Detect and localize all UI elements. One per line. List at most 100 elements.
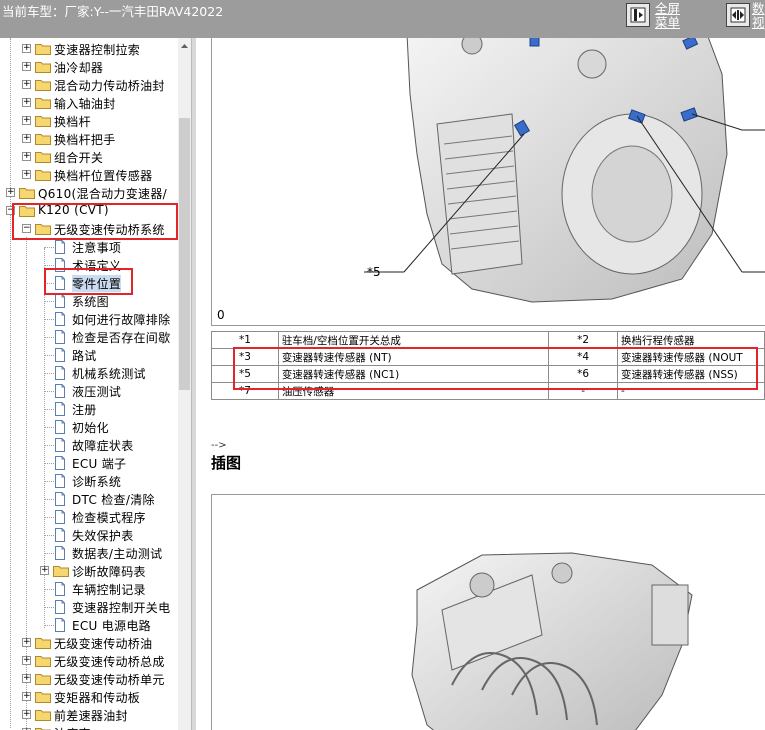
tree-item-label[interactable]: 机械系统测试: [72, 365, 146, 382]
expand-icon[interactable]: +: [22, 116, 31, 125]
scroll-up-arrow-icon[interactable]: [178, 40, 191, 53]
tree-item-label[interactable]: 换档杆把手: [54, 131, 116, 148]
scroll-thumb[interactable]: [179, 118, 190, 390]
expand-icon[interactable]: +: [22, 674, 31, 683]
tree-item[interactable]: + 换档杆: [0, 112, 178, 130]
tree-branch-line: [44, 427, 54, 428]
tree-item[interactable]: + 换档杆位置传感器: [0, 166, 178, 184]
tree-item[interactable]: + 输入轴油封: [0, 94, 178, 112]
table-cell: 换档行程传感器: [617, 331, 765, 349]
tree-item[interactable]: 机械系统测试: [0, 364, 178, 382]
expand-icon[interactable]: +: [6, 188, 15, 197]
tree-item-label[interactable]: 换档杆: [54, 113, 91, 130]
tree-item[interactable]: + Q610(混合动力变速器/: [0, 184, 178, 202]
expand-icon[interactable]: +: [22, 638, 31, 647]
tree-item[interactable]: + 无级变速传动桥单元: [0, 670, 178, 688]
tree-item[interactable]: + 诊断故障码表: [0, 562, 178, 580]
tree-item[interactable]: 初始化: [0, 418, 178, 436]
tree-item[interactable]: + 变速器控制拉索: [0, 40, 178, 58]
expand-icon[interactable]: +: [40, 566, 49, 575]
tree-item[interactable]: ECU 电源电路: [0, 616, 178, 634]
tree-item-label[interactable]: 检查是否存在间歇: [72, 329, 170, 346]
fullscreen-link-line2[interactable]: 菜单: [655, 16, 680, 30]
tree-item-label[interactable]: ECU 端子: [72, 455, 126, 472]
tree-item[interactable]: 检查模式程序: [0, 508, 178, 526]
expand-icon[interactable]: +: [22, 98, 31, 107]
tree-item-label[interactable]: 初始化: [72, 419, 109, 436]
expand-icon[interactable]: +: [22, 80, 31, 89]
tree-item-label[interactable]: 油冷却器: [54, 59, 103, 76]
tree-item-label[interactable]: 无级变速传动桥油: [54, 635, 152, 652]
expand-icon[interactable]: +: [22, 710, 31, 719]
fullscreen-icon[interactable]: [626, 3, 650, 27]
tree-item[interactable]: 故障症状表: [0, 436, 178, 454]
tree-item[interactable]: ECU 端子: [0, 454, 178, 472]
tree-item-label[interactable]: 输入轴油封: [54, 95, 116, 112]
second-link-line1[interactable]: 数: [752, 2, 765, 16]
tree-item[interactable]: 数据表/主动测试: [0, 544, 178, 562]
table-row: *1 驻车档/空档位置开关总成 *2 换档行程传感器: [211, 331, 765, 349]
tree-item[interactable]: + 无级变速传动桥总成: [0, 652, 178, 670]
tree-item[interactable]: 液压测试: [0, 382, 178, 400]
tree-item-label[interactable]: 路试: [72, 347, 97, 364]
tree-item-label[interactable]: 组合开关: [54, 149, 103, 166]
expand-icon[interactable]: +: [22, 692, 31, 701]
tree-item[interactable]: 变速器控制开关电: [0, 598, 178, 616]
expand-icon[interactable]: +: [22, 62, 31, 71]
tree-item[interactable]: + 无级变速传动桥油: [0, 634, 178, 652]
tree-item-label[interactable]: 注意事项: [72, 239, 121, 256]
tree-item-label[interactable]: 油底壳: [54, 725, 91, 730]
tree-branch-line: [44, 553, 54, 554]
tree-item[interactable]: 检查是否存在间歇: [0, 328, 178, 346]
expand-icon[interactable]: +: [22, 152, 31, 161]
second-link[interactable]: 数 视: [752, 2, 765, 30]
tree-item[interactable]: + 混合动力传动桥油封: [0, 76, 178, 94]
expand-icon[interactable]: +: [22, 656, 31, 665]
tree-item-label[interactable]: 变矩器和传动板: [54, 689, 140, 706]
tree-item[interactable]: 注册: [0, 400, 178, 418]
tree-item-label[interactable]: 混合动力传动桥油封: [54, 77, 165, 94]
tree-item-label[interactable]: 诊断系统: [72, 473, 121, 490]
expand-icon[interactable]: +: [22, 170, 31, 179]
tree-item-label[interactable]: 故障症状表: [72, 437, 134, 454]
tree-item[interactable]: DTC 检查/清除: [0, 490, 178, 508]
tree-item[interactable]: + 油冷却器: [0, 58, 178, 76]
tree-scrollbar[interactable]: [178, 38, 191, 730]
tree-item[interactable]: 路试: [0, 346, 178, 364]
tree-item-label[interactable]: 检查模式程序: [72, 509, 146, 526]
tree-item-label[interactable]: 数据表/主动测试: [72, 545, 162, 562]
tree-item-label[interactable]: 如何进行故障排除: [72, 311, 170, 328]
tree-item[interactable]: + 前差速器油封: [0, 706, 178, 724]
tree-item-label[interactable]: 系统图: [72, 293, 109, 310]
tree-item[interactable]: 诊断系统: [0, 472, 178, 490]
tree-item-label[interactable]: DTC 检查/清除: [72, 491, 155, 508]
fullscreen-menu-link[interactable]: 全屏 菜单: [655, 2, 680, 30]
tree-item[interactable]: + 变矩器和传动板: [0, 688, 178, 706]
tree-item[interactable]: 注意事项: [0, 238, 178, 256]
second-link-line2[interactable]: 视: [752, 16, 765, 30]
tree-item-label[interactable]: 换档杆位置传感器: [54, 167, 152, 184]
tree-item[interactable]: 车辆控制记录: [0, 580, 178, 598]
expand-icon[interactable]: +: [22, 134, 31, 143]
tree-item-label[interactable]: 失效保护表: [72, 527, 134, 544]
tree-item[interactable]: + 组合开关: [0, 148, 178, 166]
tree-item[interactable]: + 换档杆把手: [0, 130, 178, 148]
tree-item-label[interactable]: Q610(混合动力变速器/: [38, 185, 167, 202]
tree-item[interactable]: 失效保护表: [0, 526, 178, 544]
tree-item[interactable]: 如何进行故障排除: [0, 310, 178, 328]
tree-item-label[interactable]: 变速器控制开关电: [72, 599, 170, 616]
tree-item-label[interactable]: 无级变速传动桥单元: [54, 671, 165, 688]
vehicle-value: 厂家:Y--一汽丰田RAV42022: [64, 4, 224, 19]
tree-item-label[interactable]: 注册: [72, 401, 97, 418]
tree-item[interactable]: +油底壳: [0, 724, 178, 730]
expand-icon[interactable]: +: [22, 44, 31, 53]
tree-item-label[interactable]: 诊断故障码表: [72, 563, 146, 580]
tree-item-label[interactable]: 液压测试: [72, 383, 121, 400]
tree-item-label[interactable]: 无级变速传动桥总成: [54, 653, 165, 670]
tree-item-label[interactable]: ECU 电源电路: [72, 617, 151, 634]
tree-item-label[interactable]: 前差速器油封: [54, 707, 128, 724]
fullscreen-link-line1[interactable]: 全屏: [655, 2, 680, 16]
tree-item-label[interactable]: 车辆控制记录: [72, 581, 146, 598]
tree-item-label[interactable]: 变速器控制拉索: [54, 41, 140, 58]
split-view-icon[interactable]: [726, 3, 750, 27]
